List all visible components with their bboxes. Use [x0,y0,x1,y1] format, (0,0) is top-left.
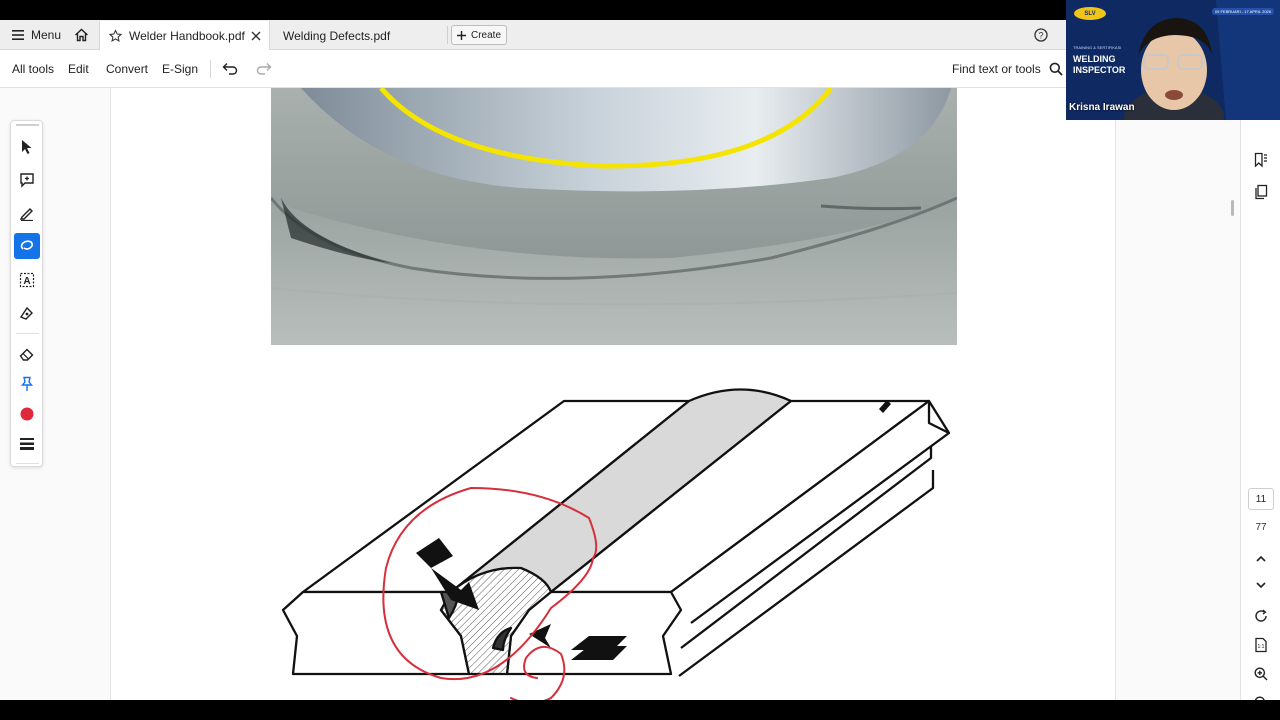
slv-logo: SLV [1074,7,1106,20]
bookmark-list-icon [1254,152,1267,168]
lasso-draw-icon [20,240,34,250]
home-icon [75,28,88,42]
rail-grip [16,124,39,126]
draw-tool[interactable] [14,233,40,259]
cursor-icon [22,140,32,154]
undo-icon [222,63,238,75]
pages-button[interactable] [1251,182,1271,202]
search-icon [1049,62,1063,76]
esign-button[interactable]: E-Sign [162,62,198,76]
right-nav-panel: 11 77 1:1 [1240,88,1280,710]
zoom-in-button[interactable] [1251,664,1271,684]
tab-label: Welding Defects.pdf [283,28,391,43]
rotate-button[interactable] [1251,606,1271,626]
highlight-tool[interactable] [14,200,40,226]
page-fit-icon: 1:1 [1255,637,1267,653]
svg-text:1:1: 1:1 [1258,644,1265,650]
total-pages: 77 [1255,522,1267,533]
undo-button[interactable] [222,62,238,80]
pin-tool[interactable] [14,371,40,397]
color-dot-icon [20,407,34,421]
draw-shape-icon [19,306,33,320]
presenter-name: Krisna Irawan [1069,102,1135,113]
course-title: WELDING INSPECTOR [1073,54,1125,76]
vertical-scrollbar[interactable] [1231,200,1234,216]
tab-divider [447,26,448,44]
copy-pages-icon [1255,184,1268,200]
weld-photo [271,88,957,345]
document-viewport[interactable] [0,88,1240,700]
pdf-page [110,88,1116,700]
tab-welder-handbook[interactable]: Welder Handbook.pdf [99,21,270,50]
help-icon: ? [1034,28,1048,42]
eraser-tool[interactable] [14,341,40,367]
weld-diagram [271,378,971,700]
color-picker[interactable] [14,401,40,427]
menu-label: Menu [31,28,62,42]
hamburger-icon [12,30,24,40]
next-page-button[interactable] [1251,575,1271,595]
current-page-input[interactable]: 11 [1248,488,1274,510]
bookmarks-button[interactable] [1251,150,1271,170]
rotate-icon [1255,609,1267,622]
menu-button[interactable]: Menu [12,20,61,50]
svg-text:A: A [23,276,30,287]
pdf-viewer-window: Menu Welder Handbook.pdf Welding Defects… [0,20,1280,710]
text-box-icon: A [19,272,35,288]
chevron-down-icon [1256,581,1266,588]
tab-label: Welder Handbook.pdf [129,28,245,43]
home-button[interactable] [74,20,89,50]
comment-tool[interactable] [14,167,40,193]
training-dates: 09 FEBRUARI - 17 APRIL 2026 [1211,8,1274,15]
create-button[interactable]: Create [451,25,507,45]
convert-button[interactable]: Convert [106,62,148,76]
redo-button[interactable] [256,62,272,80]
help-button[interactable]: ? [1034,20,1048,50]
create-label: Create [470,29,501,41]
all-tools-button[interactable]: All tools [12,62,54,76]
course-title-line1: WELDING [1073,54,1116,64]
rail-bottom-divider [16,463,39,464]
chevron-up-icon [1256,555,1266,562]
star-icon[interactable] [108,28,123,43]
find-text-or-tools[interactable]: Find text or tools [952,60,1063,78]
rail-divider [16,333,39,334]
select-tool[interactable] [14,134,40,160]
eraser-icon [19,348,34,361]
pin-icon [21,376,33,391]
find-label: Find text or tools [952,62,1041,76]
annotation-tools-rail: A [10,120,43,467]
text-tool[interactable]: A [14,267,40,293]
plus-icon [456,30,466,40]
line-weight-icon [20,438,34,450]
highlight-pen-icon [19,208,33,221]
training-header: TRAINING & SERTIFIKASI [1073,45,1122,50]
close-tab-icon[interactable] [251,31,261,41]
bottom-letterbox [0,700,1280,720]
toolbar-divider [210,60,211,78]
shape-tool[interactable] [14,300,40,326]
zoom-in-icon [1254,667,1268,681]
line-weight-picker[interactable] [14,431,40,457]
previous-page-button[interactable] [1251,548,1271,568]
tab-welding-defects[interactable]: Welding Defects.pdf [275,21,447,50]
course-title-line2: INSPECTOR [1073,65,1126,75]
redo-icon [256,63,272,75]
edit-button[interactable]: Edit [68,62,89,76]
webcam-overlay: SLV 09 FEBRUARI - 17 APRIL 2026 TRAINING… [1066,0,1280,120]
page-display-button[interactable]: 1:1 [1251,635,1271,655]
add-comment-icon [20,173,34,188]
svg-text:?: ? [1038,31,1043,41]
